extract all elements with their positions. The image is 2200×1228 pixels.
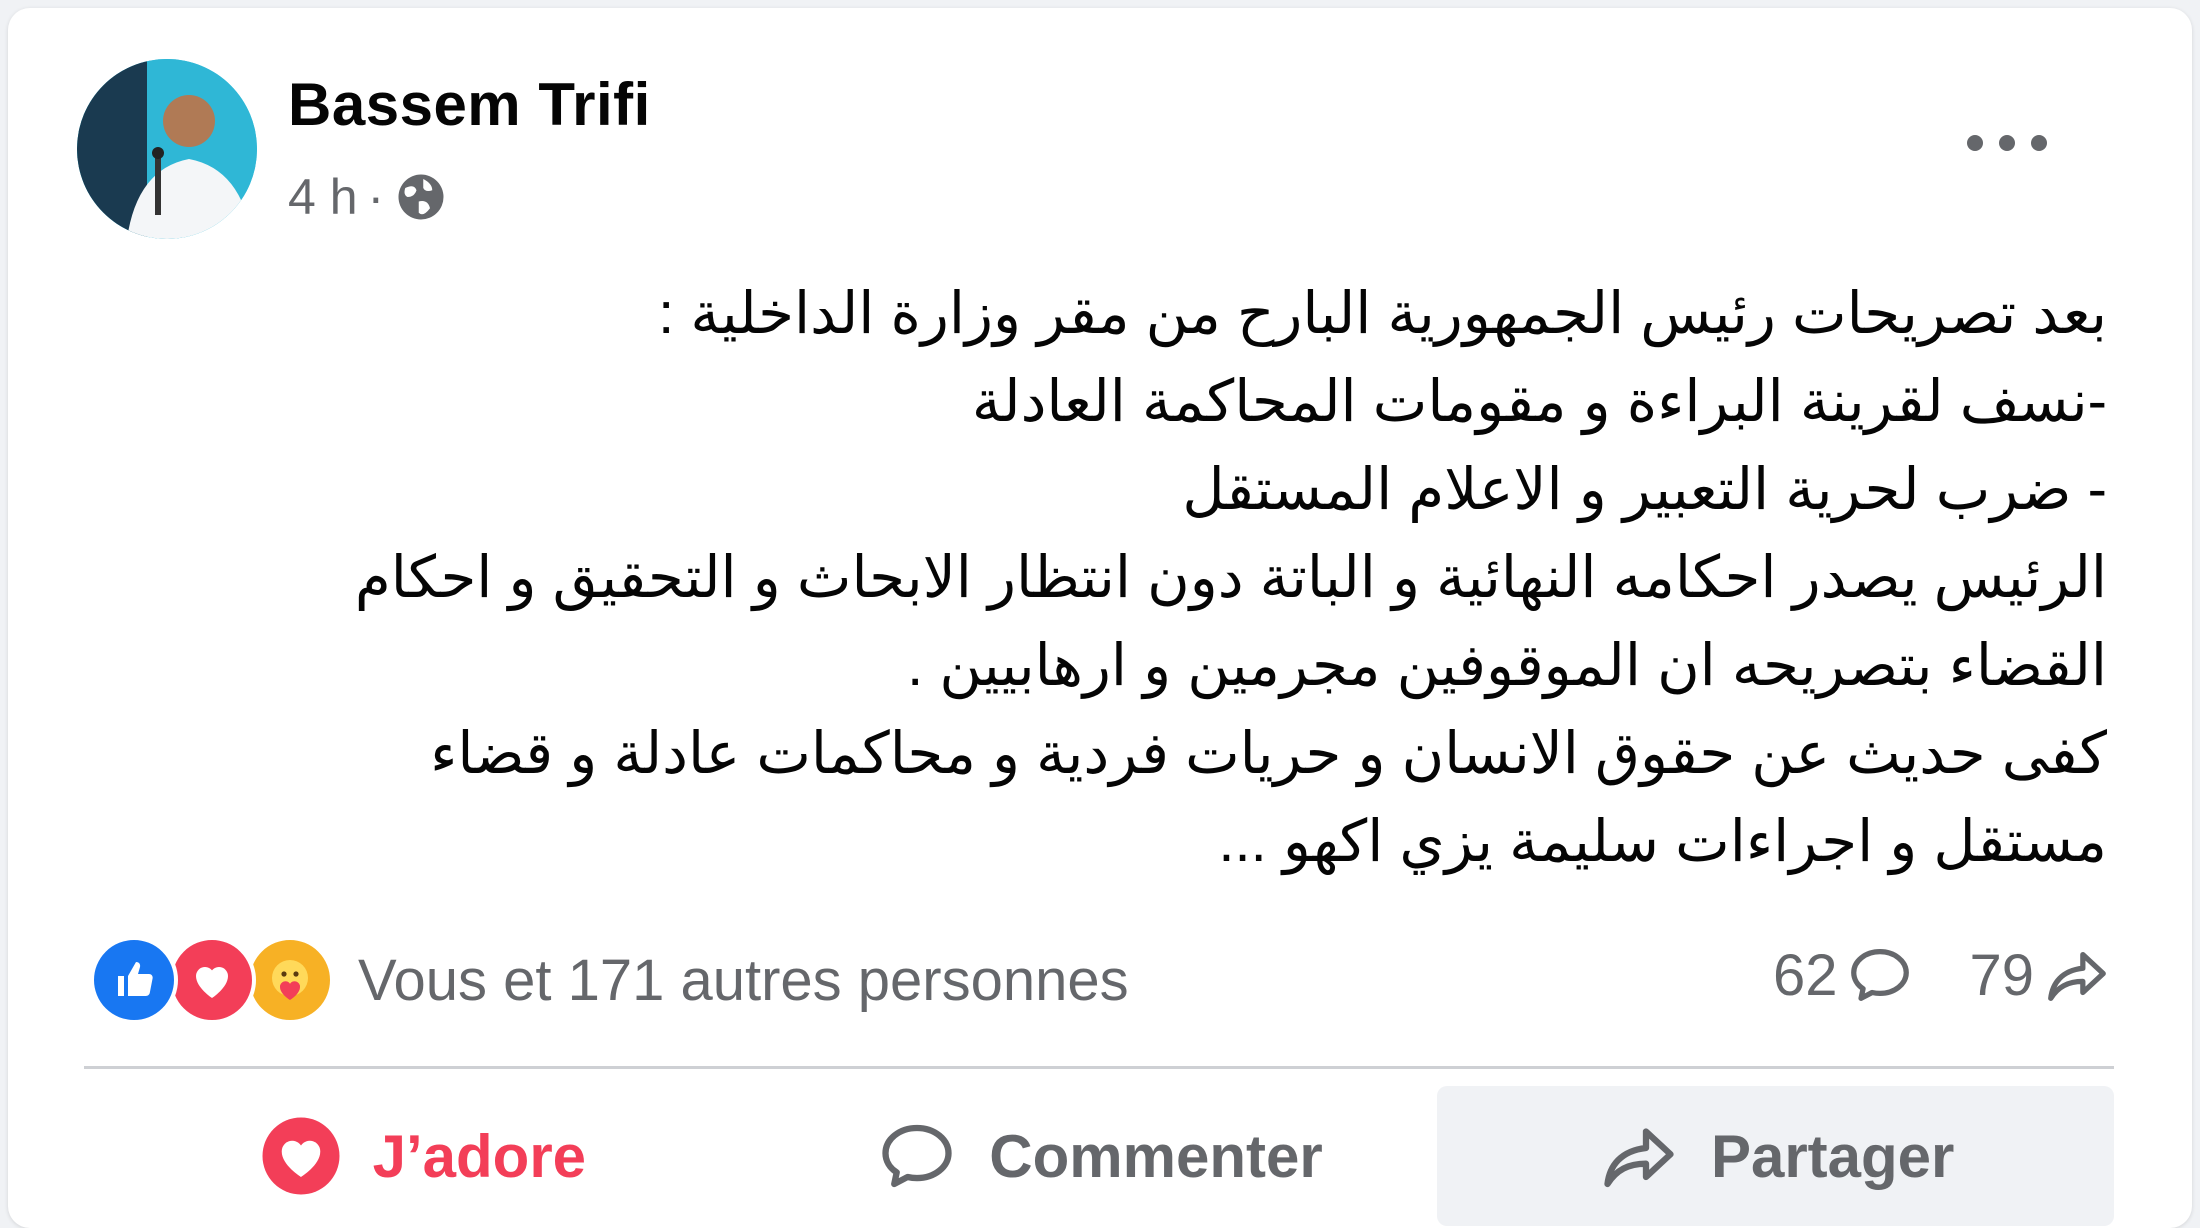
post-meta: 4 h · [288,168,448,226]
post-line: -نسف لقرينة البراءة و مقومات المحاكمة ال… [971,369,2107,434]
globe-icon[interactable] [394,170,448,224]
like-icon [90,936,178,1024]
more-dot [2031,135,2047,151]
post-card: Bassem Trifi 4 h · بعد تصريحات رئيس الجم… [8,8,2192,1228]
comments-count: 62 [1772,942,1838,1008]
shares-count-link[interactable]: 79 [1969,940,2112,1010]
share-button-label: Partager [1710,1122,1955,1190]
reaction-summary-text: Vous et 171 autres personnes [358,947,1129,1013]
post-time[interactable]: 4 h [288,168,358,226]
post-line: كفى حديث عن حقوق الانسان و حريات فردية و… [430,721,2107,786]
comment-button-label: Commenter [989,1122,1323,1190]
post-actions: J’adore Commenter Partager [84,1086,2115,1226]
heart-icon [262,1117,340,1195]
more-dot [1967,135,1983,151]
post-line: بعد تصريحات رئيس الجمهورية البارح من مقر… [658,281,2107,346]
love-button[interactable]: J’adore [84,1086,761,1226]
comments-count-link[interactable]: 62 [1773,940,1916,1010]
shares-count: 79 [1969,942,2034,1008]
share-icon [1604,1128,1674,1188]
love-icon [168,936,256,1024]
post-line: الرئيس يصدر احكامه النهائية و الباتة دون… [354,545,2107,610]
post-line: القضاء بتصريحه ان الموقوفين مجرمين و اره… [907,633,2107,698]
share-icon [2048,951,2106,1001]
share-button[interactable]: Partager [1437,1086,2115,1226]
comment-icon [882,1124,952,1188]
love-button-label: J’adore [372,1122,587,1190]
post-line: - ضرب لحرية التعبير و الاعلام المستقل [1182,457,2107,522]
divider [84,1066,2114,1069]
engagement-counts: 62 79 [1773,940,2112,1010]
author-name[interactable]: Bassem Trifi [288,70,651,139]
comment-button[interactable]: Commenter [761,1086,1438,1226]
more-options-button[interactable] [1967,128,2047,158]
post-text: بعد تصريحات رئيس الجمهورية البارح من مقر… [147,270,2107,886]
avatar[interactable] [77,59,257,239]
comment-icon [1851,949,1910,1001]
reaction-summary[interactable]: Vous et 171 autres personnes [90,936,1129,1024]
avatar-image [77,59,257,239]
post-line: مستقل و اجراءات سليمة يزي اكهو ... [1218,809,2107,874]
meta-separator: · [367,169,385,225]
more-dot [1999,135,2015,151]
care-icon [246,936,334,1024]
